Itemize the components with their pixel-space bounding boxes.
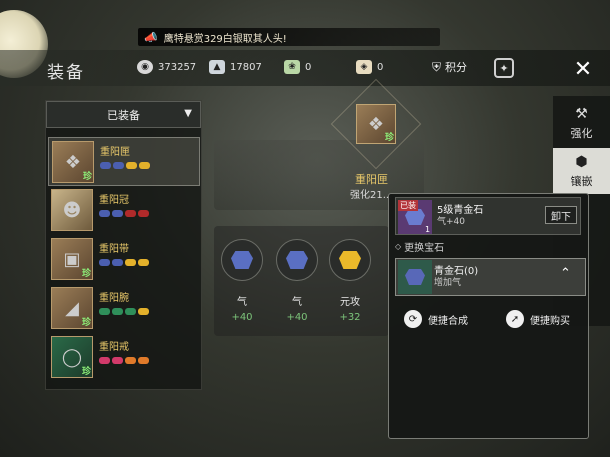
chevron-up-icon[interactable]: ⌃ bbox=[560, 266, 571, 281]
equipped-badge: 已装 bbox=[398, 200, 418, 211]
unequip-button[interactable]: 卸下 bbox=[545, 206, 577, 224]
page-title: 装备 bbox=[47, 63, 85, 83]
gun-icon: ❖ 珍 bbox=[52, 141, 94, 183]
equip-item[interactable]: ☻ 重阳冠 bbox=[48, 186, 200, 235]
gem-slot[interactable]: 气 +40 bbox=[274, 239, 320, 323]
gem-icon bbox=[125, 308, 136, 315]
broadcast-text: 鹰特悬赏329白银取其人头! bbox=[163, 33, 287, 45]
equip-item-name: 重阳带 bbox=[99, 244, 129, 255]
equip-gems bbox=[100, 162, 150, 169]
gem-icon bbox=[112, 357, 123, 364]
gem-icon bbox=[286, 251, 308, 269]
equip-filter-dropdown[interactable]: 已装备 ▼ bbox=[46, 101, 201, 128]
gem-icon bbox=[99, 357, 110, 364]
gem-icon bbox=[138, 308, 149, 315]
equip-item[interactable]: ❖ 珍 重阳匣 bbox=[48, 137, 200, 186]
gem-icon bbox=[100, 162, 111, 169]
gem-icon bbox=[139, 162, 150, 169]
belt-icon: ▣ 珍 bbox=[51, 238, 93, 280]
gem-icon bbox=[112, 308, 123, 315]
option-gem-thumb bbox=[398, 260, 432, 294]
close-icon: ✕ bbox=[573, 56, 593, 82]
compass-icon: ✦ bbox=[499, 61, 509, 75]
film-reel-icon: ◉ bbox=[137, 60, 153, 74]
equip-item-name: 重阳冠 bbox=[99, 195, 129, 206]
ring-icon: ◯ 珍 bbox=[51, 336, 93, 378]
tab-enhance[interactable]: ⚒ 强化 bbox=[553, 100, 610, 146]
equip-item-name: 重阳腕 bbox=[99, 293, 129, 304]
equip-gems bbox=[99, 357, 149, 364]
diamond-bullet-icon: ◇ bbox=[395, 242, 402, 251]
leaf-token-icon: ❀ bbox=[284, 60, 300, 74]
enhance-level: 强化21... bbox=[350, 190, 393, 201]
gem-icon bbox=[112, 210, 123, 217]
equip-item[interactable]: ◢ 珍 重阳腕 bbox=[48, 284, 200, 333]
currency-coins: ◉ 373257 bbox=[137, 60, 196, 74]
bracer-icon: ◢ 珍 bbox=[51, 287, 93, 329]
gem-icon bbox=[138, 259, 149, 266]
gem-socket bbox=[221, 239, 263, 281]
currency-bag: ◈ 0 bbox=[356, 60, 383, 74]
horn-icon: 📣 bbox=[144, 30, 158, 44]
gem-icon bbox=[99, 308, 110, 315]
broadcast-banner: 📣 鹰特悬赏329白银取其人头! bbox=[138, 28, 440, 46]
close-button[interactable]: ✕ bbox=[566, 52, 600, 86]
equipped-gem-stat: 气+40 bbox=[437, 217, 465, 227]
gem-icon bbox=[99, 259, 110, 266]
replace-gem-label: ◇ 更换宝石 bbox=[395, 242, 445, 254]
equip-item[interactable]: ▣ 珍 重阳带 bbox=[48, 235, 200, 284]
gem-slot[interactable]: 气 +40 bbox=[219, 239, 265, 323]
quick-synthesize-button[interactable]: ⟳ 便捷合成 bbox=[404, 310, 468, 328]
option-gem-desc: 增加气 bbox=[434, 278, 462, 288]
gem-icon bbox=[125, 259, 136, 266]
shield-icon: ⛨ bbox=[432, 59, 442, 74]
gem-icon bbox=[138, 210, 149, 217]
equip-item-name: 重阳戒 bbox=[99, 342, 129, 353]
gem-icon bbox=[125, 210, 136, 217]
gun-icon: ❖ 珍 bbox=[356, 104, 396, 144]
hammer-icon: ⚒ bbox=[575, 105, 588, 122]
map-button[interactable]: ✦ bbox=[494, 58, 514, 78]
gem-icon bbox=[113, 162, 124, 169]
gem-socket bbox=[276, 239, 318, 281]
equip-gems bbox=[99, 308, 149, 315]
gem-icon bbox=[231, 251, 253, 269]
buy-icon: ➚ bbox=[506, 310, 524, 328]
character-portrait-icon: ☻ bbox=[51, 189, 93, 231]
hexagon-gem-icon: ⬢ bbox=[575, 153, 588, 170]
equip-item-name: 重阳匣 bbox=[100, 147, 130, 158]
equip-gems bbox=[99, 210, 149, 217]
gem-icon bbox=[125, 357, 136, 364]
equip-gems bbox=[99, 259, 149, 266]
gem-socket bbox=[329, 239, 371, 281]
gem-slot[interactable]: 元攻 +32 bbox=[327, 239, 373, 323]
currency-leaf: ❀ 0 bbox=[284, 60, 311, 74]
equipment-list: ❖ 珍 重阳匣 ☻ 重阳冠 ▣ 珍 重阳带 ◢ 珍 重阳腕 ◯ 珍 重阳戒 bbox=[48, 137, 200, 387]
bag-icon: ◈ bbox=[356, 60, 372, 74]
selected-item-name: 重阳匣 bbox=[355, 173, 388, 186]
currency-silver: ▲ 17807 bbox=[209, 60, 262, 74]
gem-count: 1 bbox=[425, 225, 431, 234]
gem-icon bbox=[339, 251, 361, 269]
gem-icon bbox=[405, 269, 425, 285]
equip-item[interactable]: ◯ 珍 重阳戒 bbox=[48, 333, 200, 382]
gem-icon bbox=[138, 357, 149, 364]
silver-ingot-icon: ▲ bbox=[209, 60, 225, 74]
tab-inlay[interactable]: ⬢ 镶嵌 bbox=[553, 148, 610, 194]
gem-icon bbox=[126, 162, 137, 169]
score-button[interactable]: ⛨ 积分 bbox=[432, 59, 467, 75]
synthesize-icon: ⟳ bbox=[404, 310, 422, 328]
gem-icon bbox=[112, 259, 123, 266]
gem-icon bbox=[99, 210, 110, 217]
chevron-down-icon: ▼ bbox=[184, 108, 192, 119]
quick-buy-button[interactable]: ➚ 便捷购买 bbox=[506, 310, 570, 328]
gem-icon bbox=[405, 209, 425, 225]
